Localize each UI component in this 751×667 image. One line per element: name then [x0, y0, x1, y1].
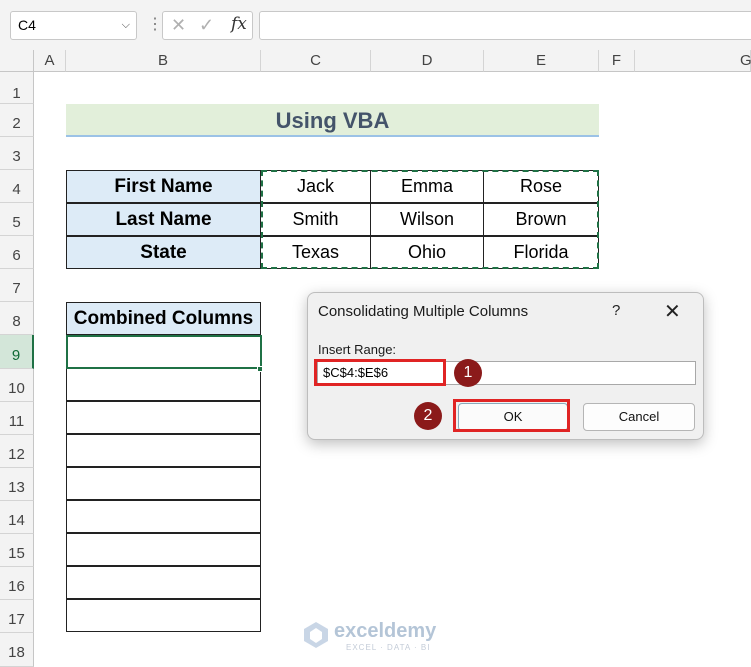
header-cell-state[interactable]: State	[66, 236, 261, 269]
cancel-icon[interactable]: ✕	[171, 15, 186, 36]
formula-bar-buttons: ✕ ✓ fx	[162, 11, 253, 40]
cell-b12[interactable]	[66, 434, 261, 467]
name-box[interactable]: C4 ⌵	[10, 11, 137, 40]
ok-button[interactable]: OK	[458, 403, 568, 431]
help-icon[interactable]: ?	[612, 302, 620, 319]
fill-handle[interactable]	[257, 366, 263, 372]
column-header-b[interactable]: B	[66, 50, 261, 72]
row-header-18[interactable]: 18	[0, 633, 34, 667]
header-cell-last-name[interactable]: Last Name	[66, 203, 261, 236]
row-header-4[interactable]: 4	[0, 170, 34, 203]
cell-b11[interactable]	[66, 401, 261, 434]
row-header-2[interactable]: 2	[0, 104, 34, 137]
row-header-15[interactable]: 15	[0, 534, 34, 567]
row-header-11[interactable]: 11	[0, 402, 34, 435]
cell-d4[interactable]: Emma	[370, 170, 484, 203]
insert-range-label: Insert Range:	[318, 342, 397, 357]
row-header-6[interactable]: 6	[0, 236, 34, 269]
exceldemy-watermark: exceldemy EXCEL · DATA · BI	[302, 616, 462, 656]
cell-e4[interactable]: Rose	[483, 170, 599, 203]
column-header-c[interactable]: C	[261, 50, 371, 72]
insert-range-input[interactable]: $C$4:$E$6	[317, 361, 696, 385]
column-header-a[interactable]: A	[34, 50, 66, 72]
step-1-badge: 1	[454, 359, 482, 387]
combined-columns-header[interactable]: Combined Columns	[66, 302, 261, 335]
cell-b14[interactable]	[66, 500, 261, 533]
cell-b17[interactable]	[66, 599, 261, 632]
row-header-1[interactable]: 1	[0, 72, 34, 104]
active-cell-b9[interactable]	[66, 335, 262, 369]
row-header-17[interactable]: 17	[0, 600, 34, 633]
dialog-title: Consolidating Multiple Columns	[318, 303, 529, 320]
step-2-badge: 2	[414, 402, 442, 430]
close-icon[interactable]: ✕	[664, 299, 681, 324]
exceldemy-logo-icon	[304, 622, 328, 648]
cell-c6[interactable]: Texas	[260, 236, 371, 269]
cell-e6[interactable]: Florida	[483, 236, 599, 269]
column-header-f[interactable]: F	[599, 50, 635, 72]
column-header-e[interactable]: E	[484, 50, 599, 72]
chevron-down-icon[interactable]: ⌵	[122, 12, 130, 39]
sheet-title-cell[interactable]: Using VBA	[66, 104, 599, 137]
cell-e5[interactable]: Brown	[483, 203, 599, 236]
row-header-7[interactable]: 7	[0, 269, 34, 302]
cell-c4[interactable]: Jack	[260, 170, 371, 203]
column-header-g-label: G	[740, 52, 751, 69]
cell-b10[interactable]	[66, 368, 261, 401]
row-header-3[interactable]: 3	[0, 137, 34, 170]
row-header-8[interactable]: 8	[0, 302, 34, 335]
cell-d5[interactable]: Wilson	[370, 203, 484, 236]
formula-input[interactable]	[259, 11, 751, 40]
row-header-16[interactable]: 16	[0, 567, 34, 600]
select-all-corner[interactable]	[0, 50, 34, 72]
consolidate-dialog: Consolidating Multiple Columns ? ✕ Inser…	[307, 292, 704, 440]
formula-bar: C4 ⌵ ⋮ ✕ ✓ fx	[0, 0, 751, 50]
watermark-tagline: EXCEL · DATA · BI	[346, 643, 431, 652]
enter-icon[interactable]: ✓	[199, 15, 214, 36]
insert-function-icon[interactable]: fx	[231, 14, 247, 34]
name-box-value: C4	[18, 17, 36, 33]
cancel-button[interactable]: Cancel	[583, 403, 695, 431]
watermark-name: exceldemy	[334, 620, 437, 642]
row-header-10[interactable]: 10	[0, 369, 34, 402]
row-header-5[interactable]: 5	[0, 203, 34, 236]
row-header-9[interactable]: 9	[0, 335, 34, 369]
grip-icon: ⋮	[147, 16, 163, 33]
row-header-12[interactable]: 12	[0, 435, 34, 468]
cell-c5[interactable]: Smith	[260, 203, 371, 236]
cell-b15[interactable]	[66, 533, 261, 566]
row-header-13[interactable]: 13	[0, 468, 34, 501]
header-cell-first-name[interactable]: First Name	[66, 170, 261, 203]
cell-b13[interactable]	[66, 467, 261, 500]
cell-d6[interactable]: Ohio	[370, 236, 484, 269]
cell-b16[interactable]	[66, 566, 261, 599]
column-header-d[interactable]: D	[371, 50, 484, 72]
row-header-14[interactable]: 14	[0, 501, 34, 534]
column-header-g[interactable]: G	[635, 50, 751, 72]
